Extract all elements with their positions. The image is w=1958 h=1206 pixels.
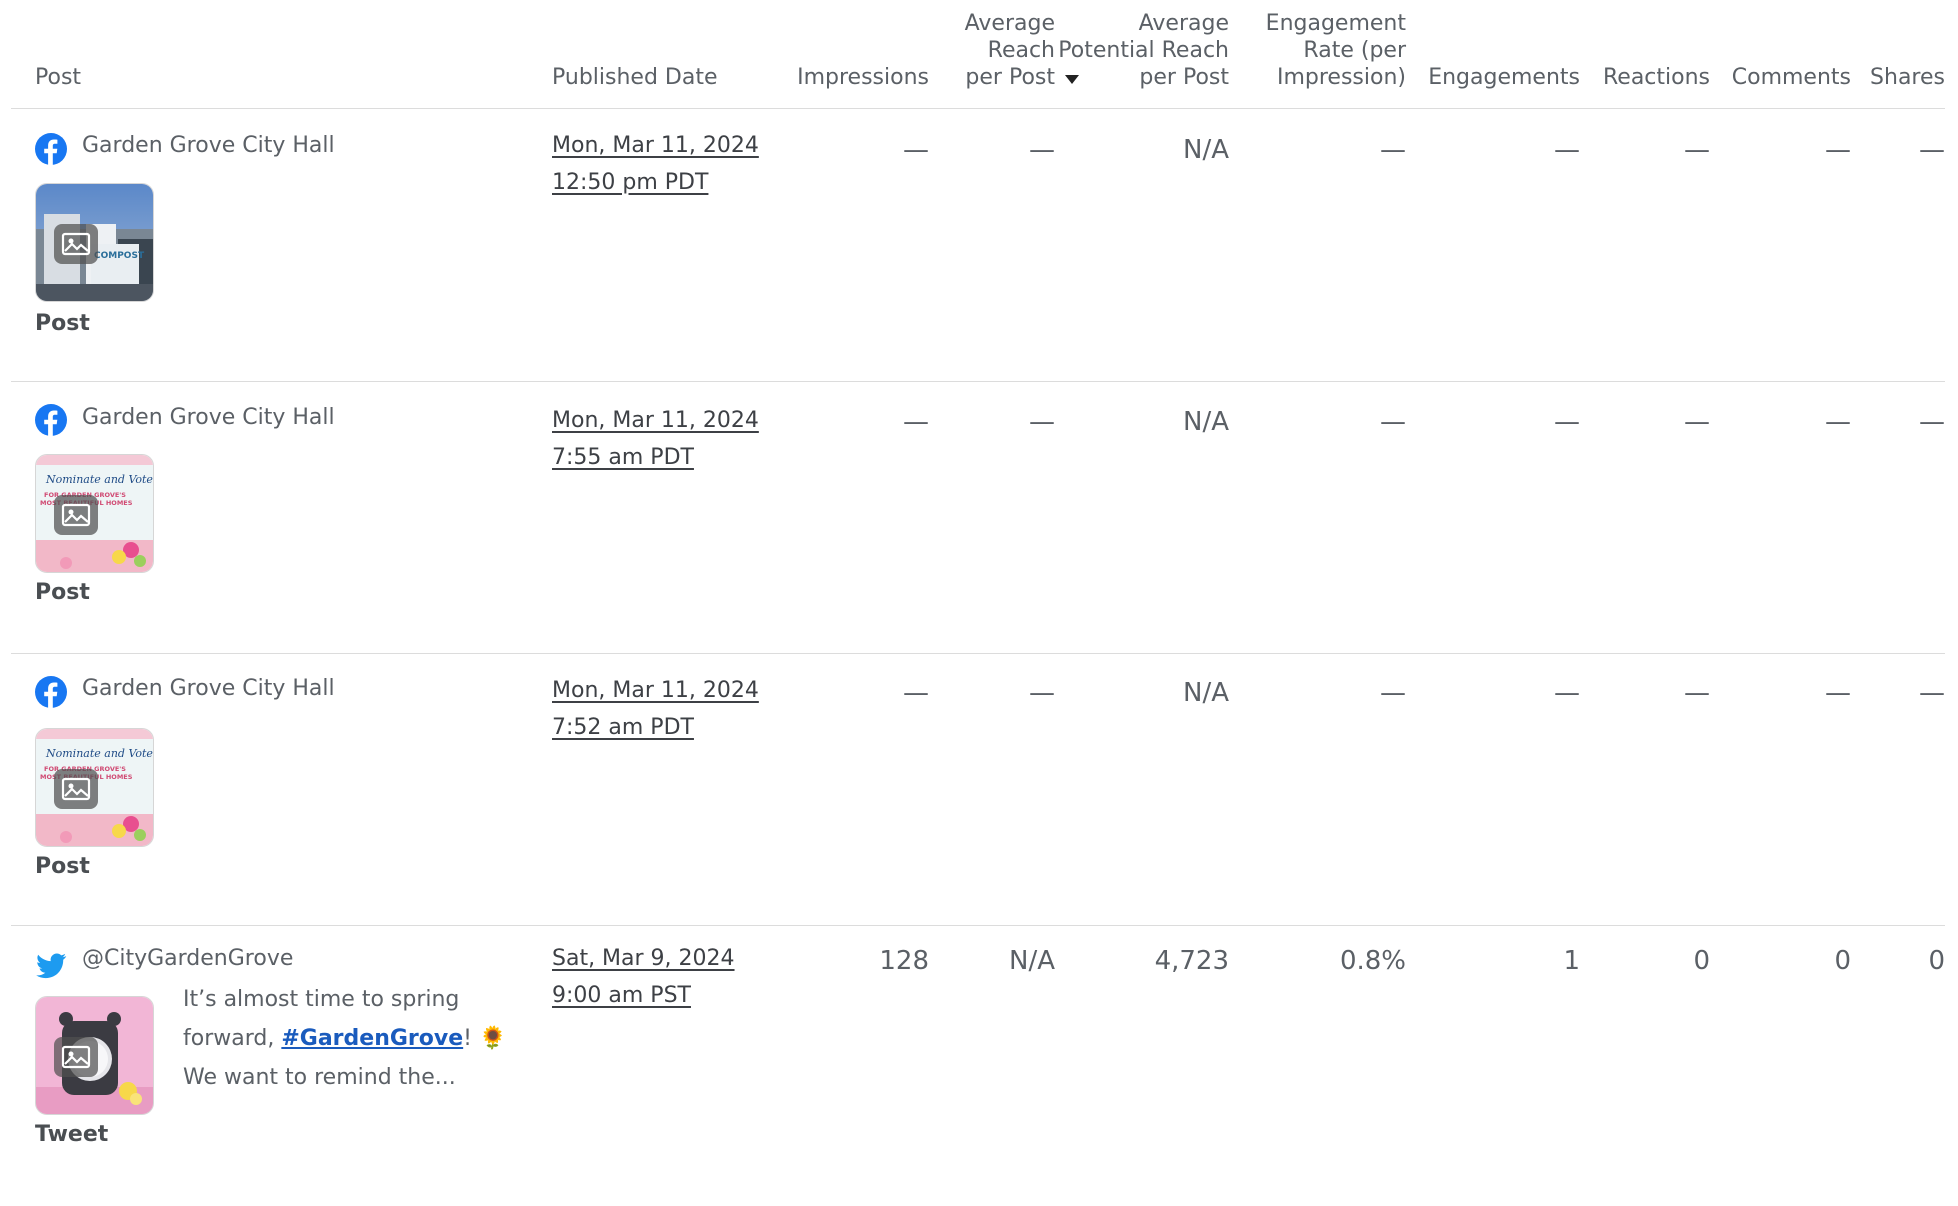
post-type: Post [35, 311, 90, 336]
avg-potential-reach-value: N/A [1183, 135, 1229, 165]
date-line: Mon, Mar 11, 2024 [552, 408, 759, 433]
facebook-icon [35, 404, 67, 436]
engagements-value: — [1554, 407, 1580, 437]
table-row[interactable]: Garden Grove City Hall Nominate and Vote… [11, 654, 1945, 926]
published-date-link[interactable]: Mon, Mar 11, 2024 7:52 am PDT [552, 672, 759, 746]
comments-value: — [1825, 407, 1851, 437]
post-type: Post [35, 854, 90, 879]
time-line: 7:52 am PDT [552, 715, 694, 740]
avg-potential-reach-value: N/A [1183, 678, 1229, 708]
image-icon [54, 769, 98, 809]
account-name[interactable]: Garden Grove City Hall [82, 133, 335, 158]
post-performance-table: Post Published Date Impressions Average … [11, 0, 1945, 1206]
avg-potential-reach-value: 4,723 [1154, 946, 1229, 976]
shares-value: 0 [1928, 946, 1945, 976]
facebook-icon [35, 133, 67, 165]
account-name[interactable]: Garden Grove City Hall [82, 676, 335, 701]
date-line: Mon, Mar 11, 2024 [552, 678, 759, 703]
col-header-avg-potential-reach-line2: Potential Reach [1058, 38, 1229, 63]
reactions-value: — [1684, 407, 1710, 437]
shares-value: — [1919, 407, 1945, 437]
col-header-engagements[interactable]: Engagements [1428, 64, 1580, 91]
time-line: 7:55 am PDT [552, 445, 694, 470]
reactions-value: — [1684, 135, 1710, 165]
col-header-published-date[interactable]: Published Date [552, 64, 718, 91]
post-type: Post [35, 580, 90, 605]
post-type: Tweet [35, 1122, 109, 1147]
col-header-avg-potential-reach[interactable]: Average Potential Reach per Post [1029, 10, 1229, 91]
avg-potential-reach-value: N/A [1183, 407, 1229, 437]
engagements-value: 1 [1563, 946, 1580, 976]
impressions-value: 128 [879, 946, 929, 976]
col-header-engagement-rate-line3: Impression) [1276, 65, 1406, 90]
thumb-nominate-line1: Nominate and Vote [45, 473, 153, 486]
col-header-reactions[interactable]: Reactions [1603, 64, 1710, 91]
post-thumbnail[interactable] [35, 996, 154, 1115]
time-line: 12:50 pm PDT [552, 170, 709, 195]
hashtag-link[interactable]: #GardenGrove [281, 1026, 463, 1051]
published-date-link[interactable]: Mon, Mar 11, 2024 12:50 pm PDT [552, 127, 759, 201]
tweet-text[interactable]: It’s almost time to spring forward, #Gar… [183, 980, 523, 1097]
col-header-avg-potential-reach-line1: Average [1138, 11, 1229, 36]
time-line: 9:00 am PST [552, 983, 691, 1008]
engagement-rate-value: — [1380, 678, 1406, 708]
col-header-impressions[interactable]: Impressions [797, 64, 929, 91]
image-icon [54, 224, 98, 264]
shares-value: — [1919, 135, 1945, 165]
account-name[interactable]: @CityGardenGrove [82, 946, 293, 971]
col-header-post[interactable]: Post [35, 64, 81, 91]
col-header-engagement-rate-line2: Rate (per [1303, 38, 1406, 63]
col-header-comments[interactable]: Comments [1732, 64, 1851, 91]
table-row[interactable]: Garden Grove City Hall COMPOST Post Mon,… [11, 109, 1945, 382]
impressions-value: — [903, 135, 929, 165]
date-line: Sat, Mar 9, 2024 [552, 946, 735, 971]
comments-value: — [1825, 135, 1851, 165]
reactions-value: 0 [1693, 946, 1710, 976]
image-icon [54, 1037, 98, 1077]
facebook-icon [35, 676, 67, 708]
col-header-avg-potential-reach-line3: per Post [1139, 65, 1229, 90]
col-header-engagement-rate[interactable]: Engagement Rate (per Impression) [1236, 10, 1406, 91]
engagements-value: — [1554, 135, 1580, 165]
avg-reach-value: — [1029, 135, 1055, 165]
account-name[interactable]: Garden Grove City Hall [82, 405, 335, 430]
table-row[interactable]: Garden Grove City Hall Nominate and Vote… [11, 382, 1945, 654]
table-row[interactable]: @CityGardenGrove It’s almost time to spr… [11, 926, 1945, 1206]
impressions-value: — [903, 678, 929, 708]
post-thumbnail[interactable]: Nominate and Vote FOR GARDEN GROVE'S MOS… [35, 728, 154, 847]
engagement-rate-value: — [1380, 135, 1406, 165]
avg-reach-value: N/A [1009, 946, 1055, 976]
reactions-value: — [1684, 678, 1710, 708]
engagement-rate-value: — [1380, 407, 1406, 437]
published-date-link[interactable]: Sat, Mar 9, 2024 9:00 am PST [552, 940, 735, 1014]
thumb-compost-label: COMPOST [94, 251, 145, 261]
image-icon [54, 495, 98, 535]
col-header-shares[interactable]: Shares [1870, 64, 1945, 91]
col-header-engagement-rate-line1: Engagement [1265, 11, 1406, 36]
avg-reach-value: — [1029, 407, 1055, 437]
thumb-nominate-line1: Nominate and Vote [45, 747, 153, 760]
published-date-link[interactable]: Mon, Mar 11, 2024 7:55 am PDT [552, 402, 759, 476]
comments-value: — [1825, 678, 1851, 708]
date-line: Mon, Mar 11, 2024 [552, 133, 759, 158]
table-header: Post Published Date Impressions Average … [11, 0, 1945, 109]
twitter-icon [36, 953, 67, 979]
engagements-value: — [1554, 678, 1580, 708]
post-thumbnail[interactable]: COMPOST [35, 183, 154, 302]
comments-value: 0 [1834, 946, 1851, 976]
engagement-rate-value: 0.8% [1339, 946, 1406, 976]
post-thumbnail[interactable]: Nominate and Vote FOR GARDEN GROVE'S MOS… [35, 454, 154, 573]
shares-value: — [1919, 678, 1945, 708]
avg-reach-value: — [1029, 678, 1055, 708]
impressions-value: — [903, 407, 929, 437]
